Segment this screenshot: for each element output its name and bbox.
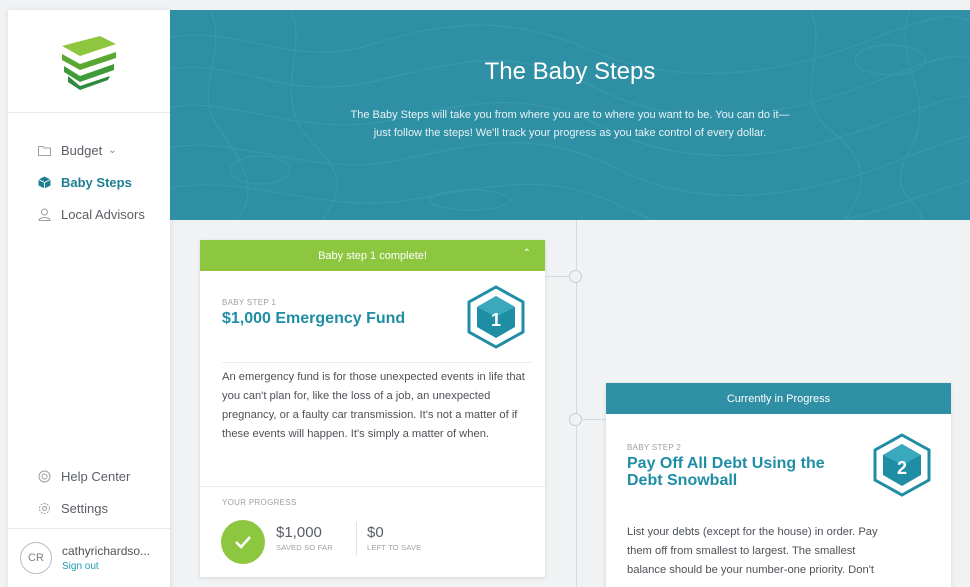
page-title: The Baby Steps (484, 58, 656, 85)
step-description: An emergency fund is for those unexpecte… (222, 371, 525, 440)
person-icon (38, 208, 51, 221)
saved-amount: $1,000 (276, 524, 322, 541)
nav-item-baby-steps[interactable]: Baby Steps (8, 166, 170, 198)
desc-line: List your debts (except for the house) i… (627, 526, 878, 538)
progress-label: YOUR PROGRESS (222, 498, 297, 507)
divider (200, 486, 545, 487)
step-title: $1,000 Emergency Fund (222, 310, 406, 327)
gear-icon (38, 502, 51, 515)
page-subtitle: The Baby Steps will take you from where … (300, 106, 840, 142)
desc-line: balance should be your number-one priori… (627, 564, 874, 576)
main-nav: Budget ⌄ Baby Steps Local Advisors (8, 134, 170, 230)
timeline-connector (582, 419, 606, 420)
banner-text: Currently in Progress (726, 392, 831, 405)
saved-so-far: $1,000 SAVED SO FAR (276, 524, 333, 552)
user-profile: CR cathyrichardso... Sign out (8, 528, 170, 586)
check-icon (221, 520, 265, 564)
desc-line: them off from smallest to largest. The s… (627, 545, 856, 557)
step-heading: BABY STEP 1 $1,000 Emergency Fund (222, 298, 405, 327)
app-window: Budget ⌄ Baby Steps Local Advisors Help … (0, 0, 970, 587)
step-label: BABY STEP 1 (222, 298, 277, 307)
baby-step-1-card: Baby step 1 complete! ⌃ BABY STEP 1 $1,0… (200, 240, 545, 577)
nav-item-settings[interactable]: Settings (8, 492, 170, 524)
cube-icon (38, 176, 51, 189)
timeline-node (569, 413, 582, 426)
step-title: Pay Off All Debt Using the Debt Snowball (627, 455, 825, 489)
nav-item-local-advisors[interactable]: Local Advisors (8, 198, 170, 230)
nav-label: Baby Steps (61, 174, 132, 190)
left-amount: $0 (367, 524, 384, 541)
subtitle-line: just follow the steps! We'll track your … (373, 127, 767, 139)
saved-label: SAVED SO FAR (276, 543, 333, 552)
nav-label: Local Advisors (61, 206, 145, 222)
logo[interactable] (54, 32, 124, 92)
left-to-save: $0 LEFT TO SAVE (367, 524, 421, 552)
step-heading: BABY STEP 2 Pay Off All Debt Using the D… (627, 443, 825, 489)
nav-label: Help Center (61, 468, 131, 484)
chevron-down-icon[interactable]: ⌄ (108, 145, 116, 156)
step-2-badge: 2 (871, 433, 933, 502)
nav-item-help-center[interactable]: Help Center (8, 460, 170, 492)
nav-label: Settings (61, 500, 108, 516)
folder-icon (38, 144, 51, 157)
nav-item-budget[interactable]: Budget ⌄ (8, 134, 170, 166)
user-name: cathyrichardso... (62, 543, 151, 558)
sign-out-link[interactable]: Sign out (62, 561, 150, 572)
page-header: The Baby Steps The Baby Steps will take … (170, 10, 970, 220)
badge-number: 1 (491, 310, 501, 330)
secondary-nav: Help Center Settings (8, 460, 170, 524)
step-description: List your debts (except for the house) i… (627, 523, 947, 580)
lifebuoy-icon (38, 470, 51, 483)
step-status-banner: Baby step 1 complete! ⌃ (200, 240, 545, 271)
sidebar: Budget ⌄ Baby Steps Local Advisors Help … (8, 10, 171, 587)
step-1-badge: 1 (465, 285, 527, 354)
user-info: cathyrichardso... Sign out (62, 544, 150, 572)
banner-text: Baby step 1 complete! (318, 249, 427, 262)
divider (222, 362, 532, 363)
chevron-up-icon[interactable]: ⌃ (523, 248, 531, 259)
step-label: BABY STEP 2 (627, 443, 682, 452)
badge-number: 2 (897, 458, 907, 478)
divider (8, 112, 170, 113)
baby-step-2-card: Currently in Progress BABY STEP 2 Pay Of… (606, 383, 951, 587)
title-line: Pay Off All Debt Using the (627, 455, 825, 472)
timeline-connector (545, 276, 571, 277)
title-line: Debt Snowball (627, 472, 738, 489)
nav-label: Budget (61, 142, 103, 158)
divider (356, 522, 357, 556)
left-label: LEFT TO SAVE (367, 543, 422, 552)
subtitle-line: The Baby Steps will take you from where … (350, 109, 790, 121)
timeline-node (569, 270, 582, 283)
avatar[interactable]: CR (20, 541, 52, 574)
step-status-banner: Currently in Progress (606, 383, 951, 414)
